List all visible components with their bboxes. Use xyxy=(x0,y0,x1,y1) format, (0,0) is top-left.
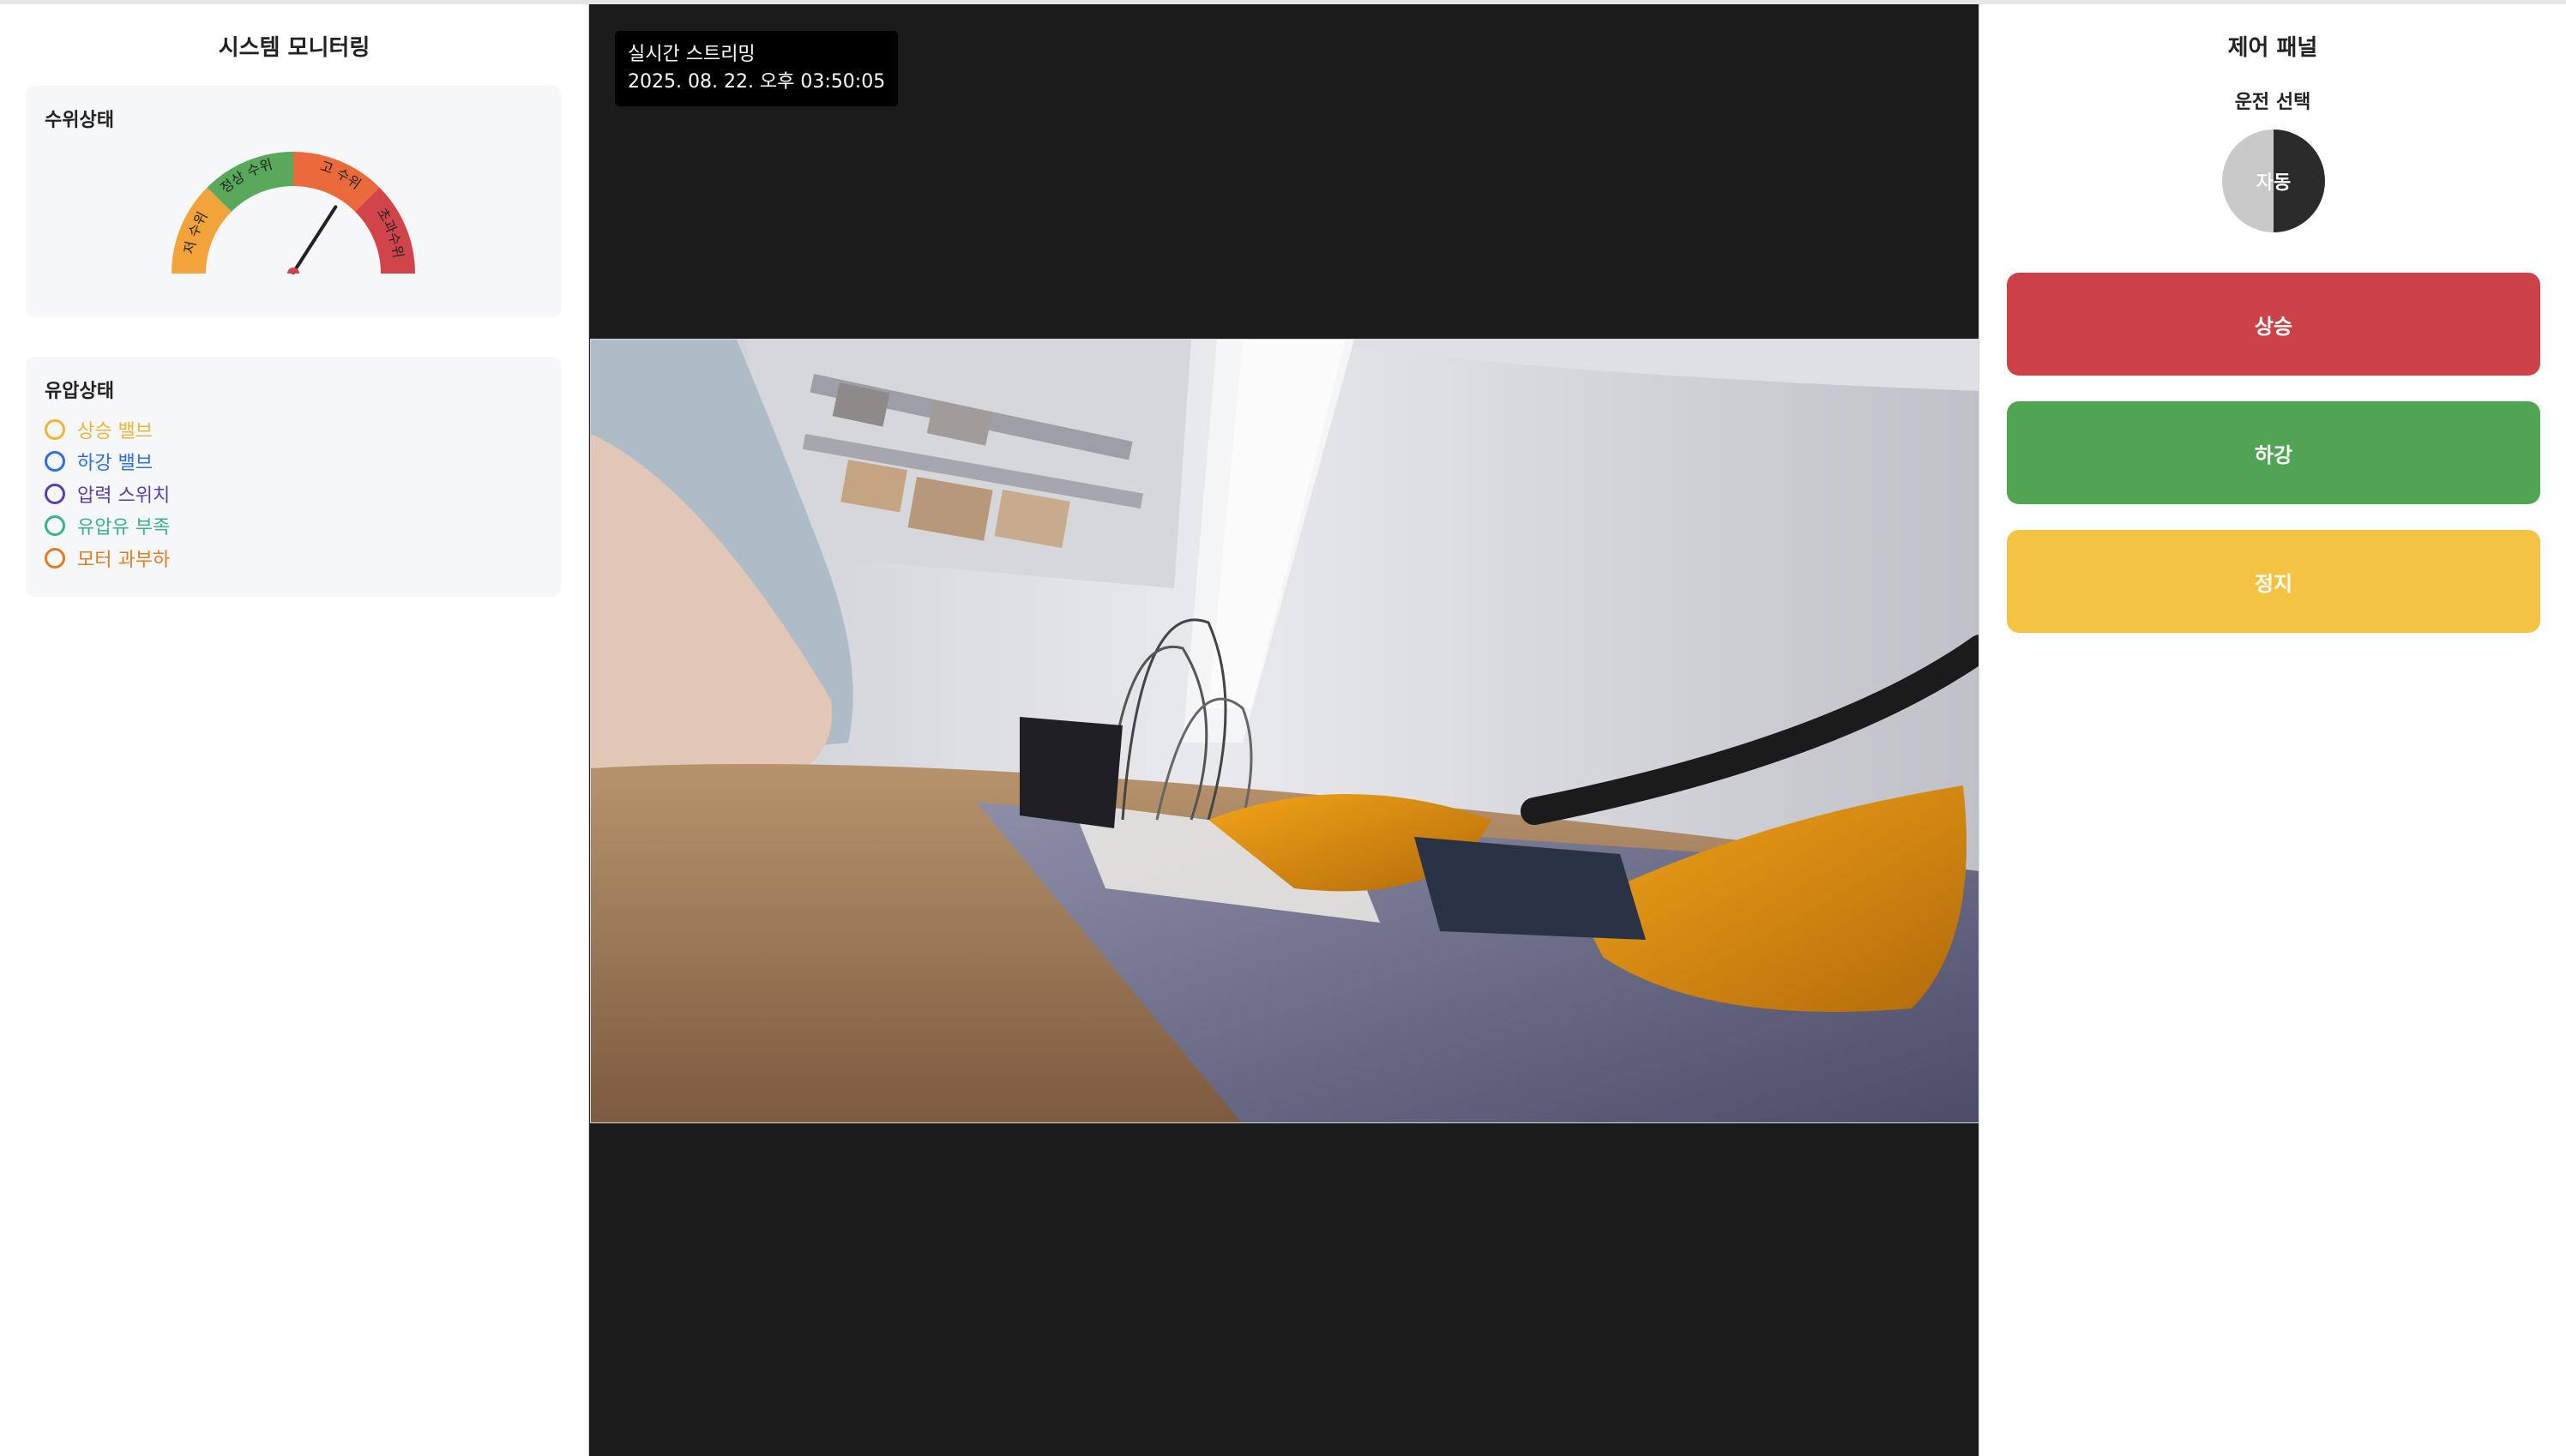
status-label: 모터 과부하 xyxy=(77,549,171,571)
status-ring-icon xyxy=(45,547,65,569)
water-level-gauge: 저 수위 정상 수위 고 수위 초과수위 xyxy=(172,152,415,274)
control-panel-title: 제어 패널 xyxy=(2227,35,2318,61)
status-down-valve: 하강 밸브 xyxy=(45,446,170,478)
water-level-title: 수위상태 xyxy=(45,110,114,131)
status-label: 유압유 부족 xyxy=(77,517,171,539)
monitoring-panel: 시스템 모니터링 수위상태 저 수위 정상 수위 고 수위 초과수위 유압상태 … xyxy=(0,4,588,1456)
monitoring-title: 시스템 모니터링 xyxy=(218,35,370,61)
hydraulic-card: 유압상태 상승 밸브 하강 밸브 압력 스위치 유압유 부족 모터 과부하 xyxy=(26,357,561,597)
status-motor-overload: 모터 과부하 xyxy=(45,542,170,575)
camera-feed xyxy=(590,339,1979,1123)
lower-button[interactable]: 하강 xyxy=(2007,401,2540,504)
status-ring-icon xyxy=(45,418,65,440)
camera-feed-image xyxy=(591,340,1979,1122)
status-pressure-switch: 압력 스위치 xyxy=(45,478,170,510)
raise-button[interactable]: 상승 xyxy=(2007,273,2540,376)
mode-value: 자동 xyxy=(2256,172,2292,194)
stream-timestamp: 2025. 08. 22. 오후 03:50:05 xyxy=(628,71,886,93)
status-oil-low: 유압유 부족 xyxy=(45,510,170,543)
stop-button[interactable]: 정지 xyxy=(2007,530,2540,633)
control-panel: 제어 패널 운전 선택 자동 상승 하강 정지 xyxy=(1979,4,2566,1456)
mode-select-label: 운전 선택 xyxy=(2234,92,2311,113)
mode-toggle[interactable]: 자동 xyxy=(2222,129,2325,232)
video-stream-area: 실시간 스트리밍 2025. 08. 22. 오후 03:50:05 xyxy=(588,4,1979,1456)
status-ring-icon xyxy=(45,483,65,504)
hydraulic-status-list: 상승 밸브 하강 밸브 압력 스위치 유압유 부족 모터 과부하 xyxy=(45,413,170,575)
stream-label: 실시간 스트리밍 xyxy=(628,44,756,65)
status-label: 상승 밸브 xyxy=(77,420,153,442)
status-ring-icon xyxy=(45,451,65,472)
status-label: 하강 밸브 xyxy=(77,453,153,475)
status-up-valve: 상승 밸브 xyxy=(45,413,170,446)
water-level-card: 수위상태 저 수위 정상 수위 고 수위 초과수위 xyxy=(26,86,561,317)
hydraulic-title: 유압상태 xyxy=(45,381,114,402)
status-label: 압력 스위치 xyxy=(77,484,171,507)
status-ring-icon xyxy=(45,515,65,537)
gauge-needle xyxy=(292,205,338,274)
stream-overlay: 실시간 스트리밍 2025. 08. 22. 오후 03:50:05 xyxy=(615,31,899,106)
